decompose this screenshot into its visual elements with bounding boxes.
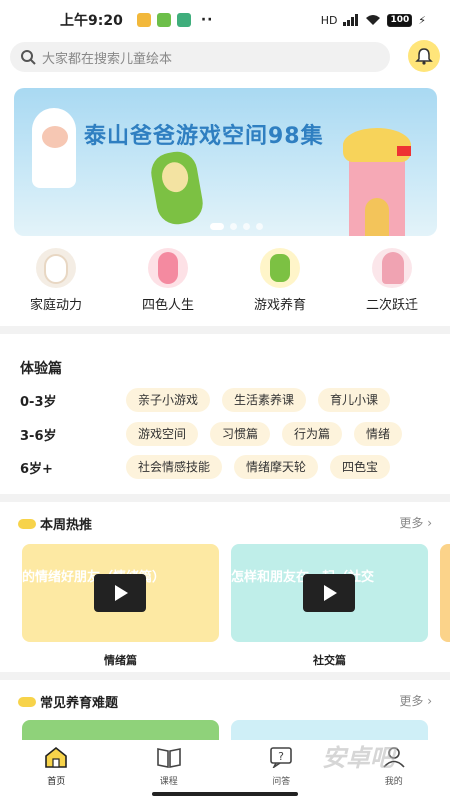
video-card[interactable]: 的情绪好朋友（情绪篇）	[22, 544, 219, 642]
category-play[interactable]: 游戏养育	[224, 248, 336, 318]
category-label: 游戏养育	[253, 298, 306, 313]
top-card: 泰山爸爸游戏空间98集 家庭动力 四色人生 游戏养育 二次跃迁	[0, 76, 450, 326]
nav-label: 我的	[384, 777, 403, 787]
banner-character-white	[32, 108, 76, 188]
age-row-0-3: 0-3岁 亲子小游戏 生活素养课 育儿小课	[20, 388, 450, 412]
banner-title: 泰山爸爸游戏空间98集	[84, 124, 324, 149]
search-placeholder: 大家都在搜索儿童绘本	[42, 51, 173, 67]
category-four-colors[interactable]: 四色人生	[112, 248, 224, 318]
video-card[interactable]: 怎样和朋友在一起（社交	[231, 544, 428, 642]
charging-icon: ⚡	[418, 13, 426, 27]
nav-courses[interactable]: 课程	[113, 740, 226, 800]
play-button[interactable]	[303, 574, 355, 612]
tag-chip[interactable]: 习惯篇	[210, 422, 271, 446]
nav-label: 课程	[159, 777, 178, 787]
signal-icon	[343, 14, 359, 26]
nav-qa[interactable]: ? 问答	[225, 740, 338, 800]
video-card-peek	[440, 544, 450, 642]
section-pill-icon	[18, 518, 36, 529]
tag-list: 社会情感技能 情绪摩天轮 四色宝	[126, 455, 391, 479]
play-button[interactable]	[94, 574, 146, 612]
tag-chip[interactable]: 育儿小课	[318, 388, 391, 412]
nav-label: 首页	[47, 777, 66, 787]
question-icon: ?	[270, 747, 293, 770]
more-notifications-icon: ··	[200, 12, 214, 28]
video-label: 情绪篇	[104, 654, 137, 667]
tag-chip[interactable]: 四色宝	[330, 455, 391, 479]
carousel-dot-active	[210, 223, 224, 230]
leap-illustration-icon	[372, 248, 412, 288]
wifi-icon	[366, 15, 381, 25]
carousel-indicator	[210, 223, 263, 230]
category-label: 家庭动力	[29, 298, 82, 313]
nav-label: 问答	[272, 777, 291, 787]
play-illustration-icon	[260, 248, 300, 288]
category-leap[interactable]: 二次跃迁	[336, 248, 448, 318]
tag-chip[interactable]: 情绪摩天轮	[234, 455, 319, 479]
experience-section: 体验篇 0-3岁 亲子小游戏 生活素养课 育儿小课 3-6岁 游戏空间 习惯篇 …	[0, 334, 450, 494]
banner-castle	[337, 128, 417, 236]
search-input[interactable]: 大家都在搜索儿童绘本	[10, 42, 390, 72]
section-pill-icon	[18, 696, 36, 707]
signal-label: HD	[320, 13, 338, 27]
tag-list: 亲子小游戏 生活素养课 育儿小课	[126, 388, 391, 412]
tag-chip[interactable]: 游戏空间	[126, 422, 199, 446]
more-link[interactable]: 更多 ›	[399, 692, 432, 709]
problem-card[interactable]	[22, 720, 219, 740]
play-icon	[324, 585, 337, 601]
banner-character-green	[148, 148, 206, 228]
watermark: 安卓吧	[322, 744, 394, 772]
tag-chip[interactable]: 亲子小游戏	[126, 388, 211, 412]
age-label: 6岁+	[20, 461, 53, 477]
section-header: 本周热推	[18, 514, 92, 533]
category-family[interactable]: 家庭动力	[0, 248, 112, 318]
tag-chip[interactable]: 生活素养课	[222, 388, 307, 412]
hot-section: 本周热推 更多 › 的情绪好朋友（情绪篇） 情绪篇 怎样和朋友在一起（社交 社交…	[0, 502, 450, 672]
play-icon	[115, 585, 128, 601]
carousel-dot	[243, 223, 250, 230]
status-right: HD 100 ⚡	[320, 13, 426, 27]
battery-icon: 100	[387, 13, 413, 27]
status-time: 上午9:20	[60, 13, 123, 29]
nav-home[interactable]: 首页	[0, 740, 113, 800]
tag-chip[interactable]: 行为篇	[282, 422, 343, 446]
problem-card[interactable]	[231, 720, 428, 740]
video-label: 社交篇	[313, 654, 346, 667]
age-label: 0-3岁	[20, 394, 57, 410]
notification-bell-button[interactable]	[408, 40, 440, 72]
age-row-6-plus: 6岁+ 社会情感技能 情绪摩天轮 四色宝	[20, 455, 450, 479]
search-icon	[21, 50, 36, 65]
girl-illustration-icon	[148, 248, 188, 288]
category-label: 二次跃迁	[365, 298, 418, 313]
section-title: 体验篇	[20, 361, 62, 377]
carousel-dot	[230, 223, 237, 230]
tag-list: 游戏空间 习惯篇 行为篇 情绪	[126, 422, 403, 446]
age-label: 3-6岁	[20, 428, 57, 444]
message-icon	[156, 13, 171, 27]
home-indicator	[152, 792, 298, 796]
carousel-dot	[256, 223, 263, 230]
more-link[interactable]: 更多 ›	[399, 514, 432, 531]
category-label: 四色人生	[141, 298, 194, 313]
tag-chip[interactable]: 情绪	[354, 422, 403, 446]
svg-text:?: ?	[278, 750, 284, 763]
category-row: 家庭动力 四色人生 游戏养育 二次跃迁	[0, 248, 450, 318]
age-row-3-6: 3-6岁 游戏空间 习惯篇 行为篇 情绪	[20, 422, 450, 446]
section-title: 常见养育难题	[40, 696, 119, 711]
section-title: 本周热推	[40, 518, 93, 533]
banner-carousel[interactable]: 泰山爸爸游戏空间98集	[14, 88, 437, 236]
notification-icon	[136, 13, 151, 27]
family-illustration-icon	[36, 248, 76, 288]
home-icon	[45, 746, 68, 768]
status-bar: 上午9:20 ·· HD 100 ⚡	[0, 0, 450, 40]
section-header: 常见养育难题	[18, 692, 118, 711]
shield-icon	[176, 13, 191, 27]
tag-chip[interactable]: 社会情感技能	[126, 455, 223, 479]
book-icon	[156, 748, 181, 768]
search-bar: 大家都在搜索儿童绘本	[0, 40, 450, 76]
problems-section: 常见养育难题 更多 ›	[0, 680, 450, 740]
bell-icon	[415, 48, 433, 65]
